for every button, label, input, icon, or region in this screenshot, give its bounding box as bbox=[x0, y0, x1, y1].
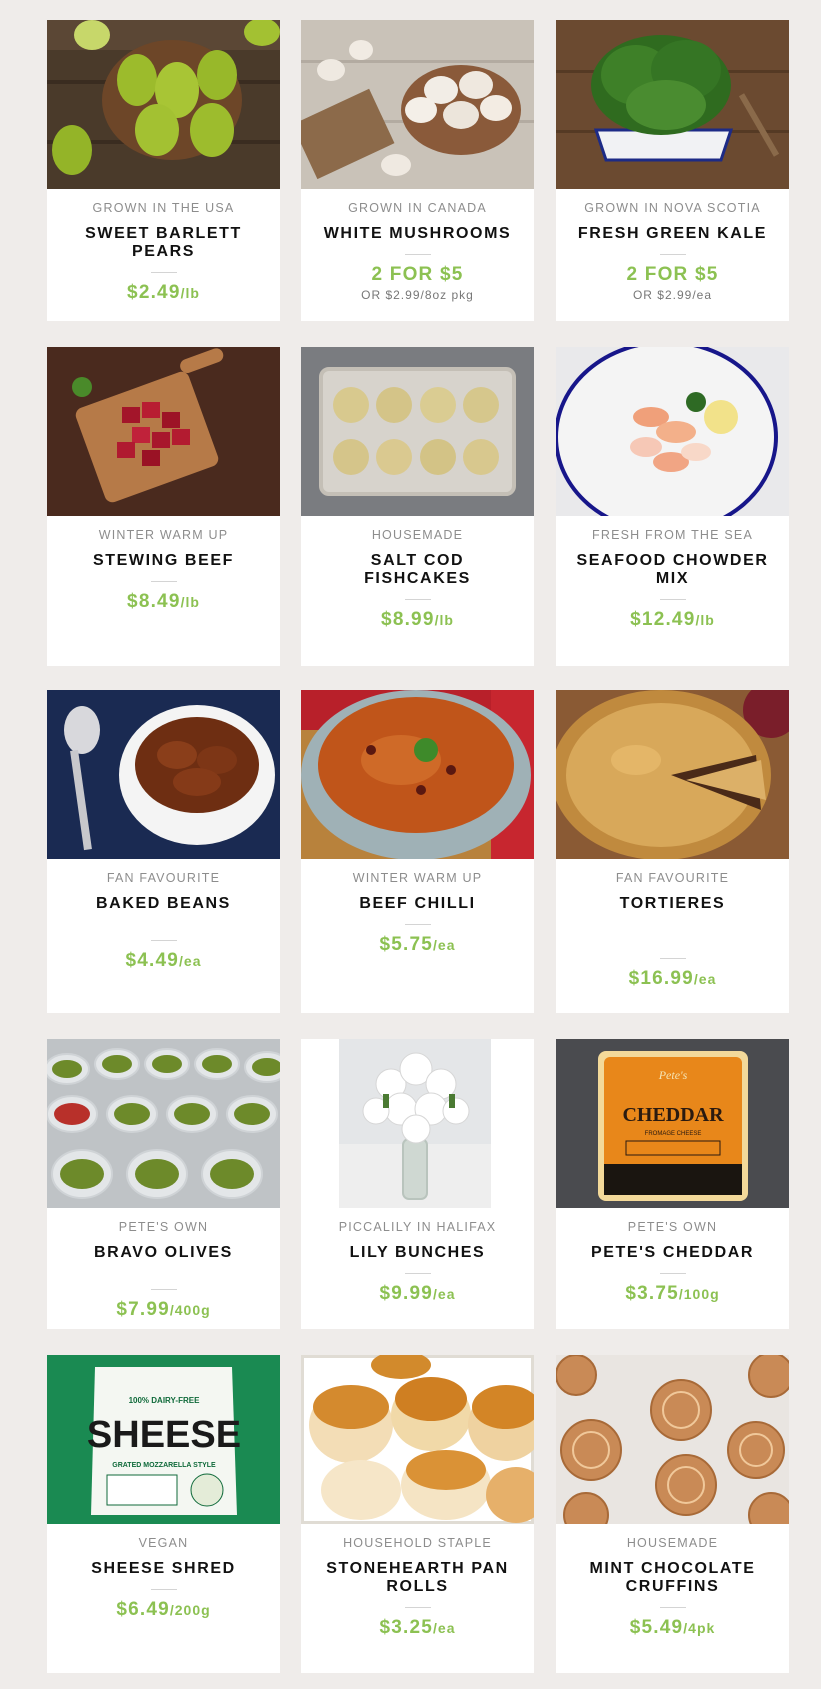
product-card[interactable]: GROWN IN CANADA WHITE MUSHROOMS 2 FOR $5… bbox=[301, 20, 534, 321]
divider bbox=[659, 1607, 686, 1608]
sheese-sub: GRATED MOZZARELLA STYLE bbox=[112, 1462, 216, 1469]
product-card[interactable]: FRESH FROM THE SEA SEAFOOD CHOWDER MIX $… bbox=[556, 347, 789, 666]
seafood-photo bbox=[556, 347, 789, 516]
product-card[interactable]: Pete's CHEDDAR FROMAGE CHEESE PETE'S OWN… bbox=[556, 1039, 789, 1329]
product-origin: VEGAN bbox=[138, 1536, 189, 1550]
olives-photo bbox=[47, 1039, 280, 1208]
product-price: $6.49/200g bbox=[116, 1599, 211, 1620]
divider bbox=[150, 940, 177, 941]
pears-photo bbox=[47, 20, 280, 189]
product-name[interactable]: BRAVO OLIVES bbox=[61, 1244, 266, 1262]
product-price: $12.49/lb bbox=[630, 609, 715, 630]
divider bbox=[659, 958, 686, 959]
product-name[interactable]: BAKED BEANS bbox=[61, 895, 266, 913]
product-card[interactable]: PICCALILY IN HALIFAX LILY BUNCHES $9.99/… bbox=[301, 1039, 534, 1329]
divider bbox=[659, 254, 686, 255]
divider bbox=[404, 599, 431, 600]
divider bbox=[404, 1273, 431, 1274]
product-card[interactable]: WINTER WARM UP BEEF CHILLI $5.75/ea bbox=[301, 690, 534, 1013]
product-price: $4.49/ea bbox=[125, 950, 202, 971]
product-card[interactable]: HOUSEHOLD STAPLE STONEHEARTH PAN ROLLS $… bbox=[301, 1355, 534, 1673]
product-card[interactable]: HOUSEMADE SALT COD FISHCAKES $8.99/lb bbox=[301, 347, 534, 666]
product-alt-price: OR $2.99/ea bbox=[632, 288, 713, 302]
product-origin: PICCALILY IN HALIFAX bbox=[338, 1220, 497, 1234]
product-origin: GROWN IN THE USA bbox=[92, 201, 235, 215]
product-origin: PETE'S OWN bbox=[627, 1220, 718, 1234]
product-card[interactable]: FAN FAVOURITE TORTIERES $16.99/ea bbox=[556, 690, 789, 1013]
product-origin: FAN FAVOURITE bbox=[106, 871, 221, 885]
beef-photo bbox=[47, 347, 280, 516]
product-origin: FAN FAVOURITE bbox=[615, 871, 730, 885]
product-card[interactable]: HOUSEMADE MINT CHOCOLATE CRUFFINS $5.49/… bbox=[556, 1355, 789, 1673]
product-price: $16.99/ea bbox=[628, 968, 717, 989]
mushrooms-photo bbox=[301, 20, 534, 189]
product-name[interactable]: TORTIERES bbox=[570, 895, 775, 913]
product-price: 2 FOR $5 bbox=[626, 264, 719, 285]
product-origin: HOUSEHOLD STAPLE bbox=[343, 1536, 492, 1550]
product-price: 2 FOR $5 bbox=[371, 264, 464, 285]
product-price: $3.75/100g bbox=[625, 1283, 720, 1304]
sheese-photo: 100% DAIRY-FREE SHEESE GRATED MOZZARELLA… bbox=[47, 1355, 280, 1524]
product-origin: WINTER WARM UP bbox=[352, 871, 483, 885]
cruffins-photo bbox=[556, 1355, 789, 1524]
product-price: $9.99/ea bbox=[379, 1283, 456, 1304]
product-name[interactable]: STONEHEARTH PAN ROLLS bbox=[315, 1560, 520, 1596]
product-price: $8.99/lb bbox=[381, 609, 454, 630]
product-card[interactable]: FAN FAVOURITE BAKED BEANS $4.49/ea bbox=[47, 690, 280, 1013]
lilies-photo bbox=[301, 1039, 534, 1208]
cheddar-brand: Pete's bbox=[658, 1068, 688, 1082]
product-origin: WINTER WARM UP bbox=[98, 528, 229, 542]
product-name[interactable]: LILY BUNCHES bbox=[315, 1244, 520, 1262]
product-card[interactable]: GROWN IN THE USA SWEET BARLETT PEARS $2.… bbox=[47, 20, 280, 321]
product-grid: GROWN IN THE USA SWEET BARLETT PEARS $2.… bbox=[0, 0, 821, 1689]
product-origin: GROWN IN NOVA SCOTIA bbox=[584, 201, 761, 215]
cheddar-title: CHEDDAR bbox=[622, 1104, 724, 1126]
divider bbox=[404, 254, 431, 255]
product-name[interactable]: SHEESE SHRED bbox=[61, 1560, 266, 1578]
product-name[interactable]: FRESH GREEN KALE bbox=[570, 225, 775, 243]
product-name[interactable]: PETE'S CHEDDAR bbox=[570, 1244, 775, 1262]
product-price: $8.49/lb bbox=[127, 591, 200, 612]
product-price: $7.99/400g bbox=[116, 1299, 211, 1320]
product-name[interactable]: SWEET BARLETT PEARS bbox=[61, 225, 266, 261]
divider bbox=[150, 1589, 177, 1590]
sheese-title: SHEESE bbox=[87, 1414, 241, 1456]
product-card[interactable]: WINTER WARM UP STEWING BEEF $8.49/lb bbox=[47, 347, 280, 666]
divider bbox=[150, 1289, 177, 1290]
rolls-photo bbox=[301, 1355, 534, 1524]
product-origin: HOUSEMADE bbox=[626, 1536, 719, 1550]
divider bbox=[404, 924, 431, 925]
chilli-photo bbox=[301, 690, 534, 859]
sheese-top: 100% DAIRY-FREE bbox=[129, 1396, 201, 1405]
product-price: $5.75/ea bbox=[379, 934, 456, 955]
divider bbox=[150, 581, 177, 582]
product-name[interactable]: SEAFOOD CHOWDER MIX bbox=[570, 552, 775, 588]
product-price: $3.25/ea bbox=[379, 1617, 456, 1638]
divider bbox=[659, 599, 686, 600]
tortiere-photo bbox=[556, 690, 789, 859]
product-card[interactable]: PETE'S OWN BRAVO OLIVES $7.99/400g bbox=[47, 1039, 280, 1329]
product-name[interactable]: WHITE MUSHROOMS bbox=[315, 225, 520, 243]
fishcakes-photo bbox=[301, 347, 534, 516]
kale-photo bbox=[556, 20, 789, 189]
product-origin: FRESH FROM THE SEA bbox=[592, 528, 753, 542]
product-origin: GROWN IN CANADA bbox=[348, 201, 487, 215]
divider bbox=[150, 272, 177, 273]
beans-photo bbox=[47, 690, 280, 859]
product-origin: PETE'S OWN bbox=[118, 1220, 209, 1234]
cheddar-photo: Pete's CHEDDAR FROMAGE CHEESE bbox=[556, 1039, 789, 1208]
product-price: $2.49/lb bbox=[127, 282, 200, 303]
product-price: $5.49/4pk bbox=[629, 1617, 716, 1638]
product-card[interactable]: 100% DAIRY-FREE SHEESE GRATED MOZZARELLA… bbox=[47, 1355, 280, 1673]
product-name[interactable]: STEWING BEEF bbox=[61, 552, 266, 570]
divider bbox=[659, 1273, 686, 1274]
cheddar-sub: FROMAGE CHEESE bbox=[645, 1131, 702, 1137]
divider bbox=[404, 1607, 431, 1608]
product-origin: HOUSEMADE bbox=[371, 528, 464, 542]
product-name[interactable]: BEEF CHILLI bbox=[315, 895, 520, 913]
product-name[interactable]: MINT CHOCOLATE CRUFFINS bbox=[570, 1560, 775, 1596]
product-alt-price: OR $2.99/8oz pkg bbox=[361, 288, 474, 302]
product-card[interactable]: GROWN IN NOVA SCOTIA FRESH GREEN KALE 2 … bbox=[556, 20, 789, 321]
product-name[interactable]: SALT COD FISHCAKES bbox=[315, 552, 520, 588]
